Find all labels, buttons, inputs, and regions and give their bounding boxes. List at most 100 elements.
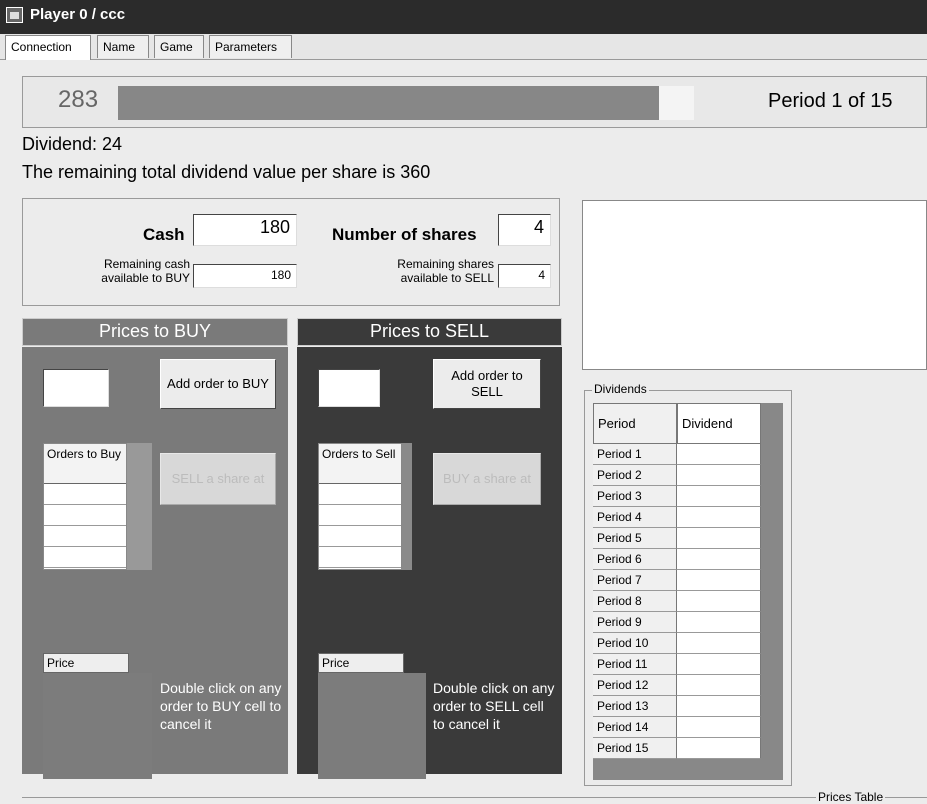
- col-period-header: Period: [593, 403, 677, 444]
- buy-price-header: Price: [43, 653, 129, 673]
- period-cell: Period 10: [593, 633, 677, 654]
- shares-label: Number of shares: [332, 225, 477, 244]
- table-row[interactable]: Period 12: [593, 675, 761, 696]
- period-cell: Period 6: [593, 549, 677, 570]
- period-label: Period 1 of 15: [768, 90, 893, 112]
- period-cell: Period 5: [593, 528, 677, 549]
- dividend-cell[interactable]: [677, 507, 761, 528]
- period-cell: Period 15: [593, 738, 677, 759]
- cash-field: 180: [193, 214, 297, 246]
- dividends-group-title: Dividends: [592, 382, 649, 396]
- buy-panel-title: Prices to BUY: [22, 318, 288, 346]
- period-cell: Period 1: [593, 444, 677, 465]
- remaining-cash-field: 180: [193, 264, 297, 288]
- list-item[interactable]: [319, 505, 401, 526]
- period-cell: Period 3: [593, 486, 677, 507]
- buy-orders-scrollbar[interactable]: [127, 443, 152, 570]
- buy-cancel-help: Double click on any order to BUY cell to…: [160, 680, 282, 732]
- bottom-divider: [22, 797, 927, 798]
- table-row[interactable]: Period 1: [593, 444, 761, 465]
- remaining-dividend-text: The remaining total dividend value per s…: [22, 162, 431, 182]
- table-row[interactable]: Period 5: [593, 528, 761, 549]
- list-item[interactable]: [319, 484, 401, 505]
- dividend-label: Dividend: 24: [22, 134, 123, 154]
- dividend-cell[interactable]: [677, 444, 761, 465]
- dividend-cell[interactable]: [677, 738, 761, 759]
- dividend-cell[interactable]: [677, 696, 761, 717]
- list-item[interactable]: [319, 547, 401, 568]
- table-row[interactable]: Period 8: [593, 591, 761, 612]
- tab-game[interactable]: Game: [154, 35, 204, 58]
- sell-price-header: Price: [318, 653, 404, 673]
- message-area: [582, 200, 927, 370]
- window-title-bar: Player 0 / ccc: [0, 0, 927, 34]
- sell-cancel-help: Double click on any order to SELL cell t…: [433, 680, 555, 732]
- table-row[interactable]: Period 3: [593, 486, 761, 507]
- dividend-cell[interactable]: [677, 633, 761, 654]
- table-row[interactable]: Period 6: [593, 549, 761, 570]
- dividend-cell[interactable]: [677, 549, 761, 570]
- tab-connection[interactable]: Connection: [5, 35, 91, 60]
- dividends-rows: Period 1 Period 2 Period 3 Period 4 Period 5…: [593, 444, 761, 759]
- list-item[interactable]: [44, 484, 126, 505]
- list-item[interactable]: [44, 547, 126, 568]
- sell-orders-scrollbar[interactable]: [402, 443, 412, 570]
- sell-price-list[interactable]: [318, 673, 426, 779]
- buy-orders-header: Orders to Buy: [44, 444, 126, 484]
- period-cell: Period 7: [593, 570, 677, 591]
- add-sell-order-button[interactable]: Add order to SELL: [433, 359, 541, 409]
- sell-orders-header: Orders to Sell: [319, 444, 401, 484]
- period-cell: Period 8: [593, 591, 677, 612]
- remaining-cash-label: Remaining cash available to BUY: [101, 257, 190, 285]
- dividends-table[interactable]: Period Dividend Period 1 Period 2 Period 3…: [593, 403, 761, 759]
- tab-row: Connection Name Game Parameters: [0, 34, 927, 60]
- table-row[interactable]: Period 7: [593, 570, 761, 591]
- table-row[interactable]: Period 11: [593, 654, 761, 675]
- table-row[interactable]: Period 9: [593, 612, 761, 633]
- table-row[interactable]: Period 2: [593, 465, 761, 486]
- remaining-shares-field: 4: [498, 264, 551, 288]
- period-cell: Period 11: [593, 654, 677, 675]
- period-cell: Period 2: [593, 465, 677, 486]
- buy-price-list[interactable]: [43, 673, 152, 779]
- table-row[interactable]: Period 13: [593, 696, 761, 717]
- dividend-cell[interactable]: [677, 591, 761, 612]
- list-item[interactable]: [44, 505, 126, 526]
- table-row[interactable]: Period 4: [593, 507, 761, 528]
- shares-field: 4: [498, 214, 551, 246]
- list-item[interactable]: [44, 526, 126, 547]
- add-buy-order-button[interactable]: Add order to BUY: [160, 359, 276, 409]
- buy-share-at-button[interactable]: BUY a share at: [433, 453, 541, 505]
- seconds-remaining: 283: [58, 86, 99, 113]
- dividend-cell[interactable]: [677, 654, 761, 675]
- period-cell: Period 13: [593, 696, 677, 717]
- tab-parameters[interactable]: Parameters: [209, 35, 292, 58]
- buy-orders-list[interactable]: Orders to Buy: [43, 443, 127, 570]
- sell-panel-title: Prices to SELL: [297, 318, 562, 346]
- col-dividend-header: Dividend: [677, 403, 761, 444]
- sell-share-at-button[interactable]: SELL a share at: [160, 453, 276, 505]
- time-progress-fill: [118, 86, 659, 120]
- sell-price-input[interactable]: [318, 369, 380, 407]
- buy-price-input[interactable]: [43, 369, 109, 407]
- dividend-cell[interactable]: [677, 465, 761, 486]
- dividend-cell[interactable]: [677, 570, 761, 591]
- dividend-cell[interactable]: [677, 486, 761, 507]
- table-row[interactable]: Period 14: [593, 717, 761, 738]
- app-icon: [6, 7, 23, 23]
- table-row[interactable]: Period 15: [593, 738, 761, 759]
- period-cell: Period 4: [593, 507, 677, 528]
- list-item[interactable]: [319, 526, 401, 547]
- tab-name[interactable]: Name: [97, 35, 149, 58]
- window-title: Player 0 / ccc: [30, 6, 126, 23]
- period-cell: Period 14: [593, 717, 677, 738]
- dividend-cell[interactable]: [677, 528, 761, 549]
- period-cell: Period 9: [593, 612, 677, 633]
- dividend-cell[interactable]: [677, 675, 761, 696]
- dividend-cell[interactable]: [677, 717, 761, 738]
- table-row[interactable]: Period 10: [593, 633, 761, 654]
- dividend-cell[interactable]: [677, 612, 761, 633]
- cash-label: Cash: [143, 225, 185, 244]
- remaining-shares-label: Remaining shares available to SELL: [397, 257, 494, 285]
- sell-orders-list[interactable]: Orders to Sell: [318, 443, 402, 570]
